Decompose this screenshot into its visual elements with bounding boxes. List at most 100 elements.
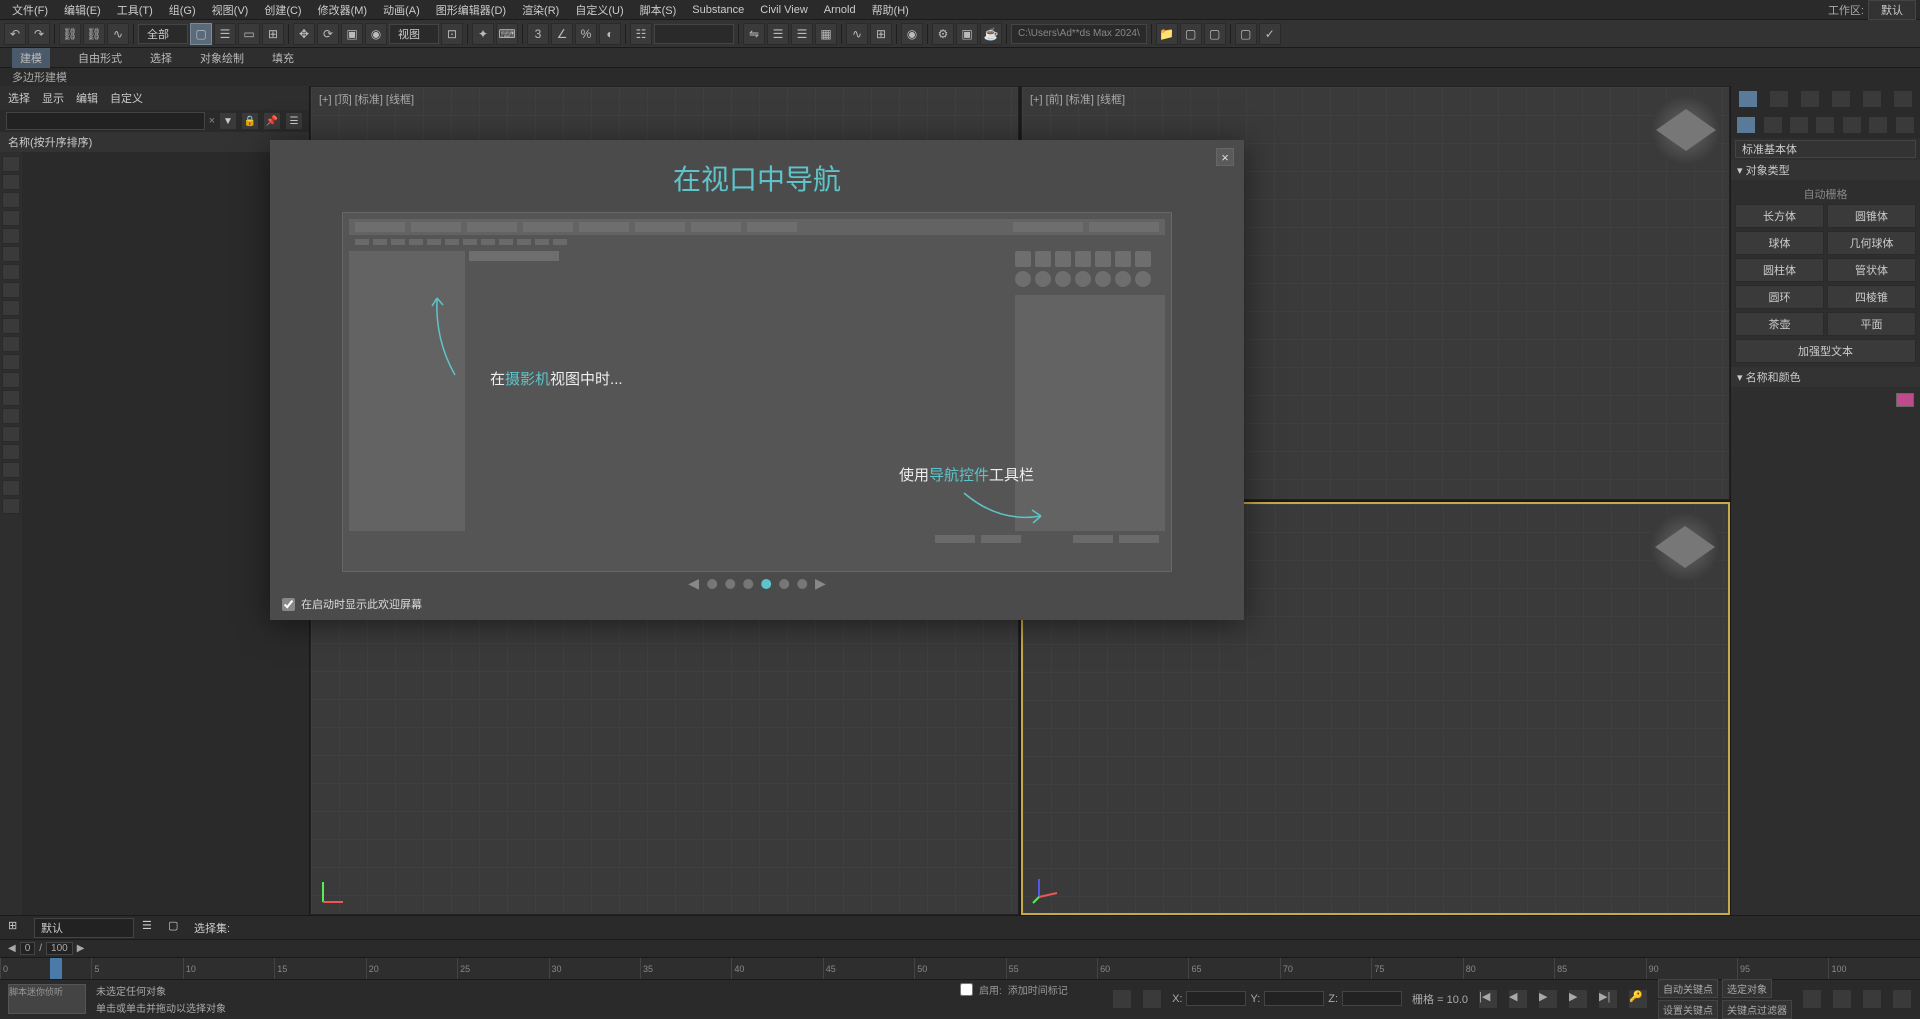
layer-isolate-icon[interactable]: ▢ [168,919,186,937]
filter-extra7-icon[interactable] [2,480,20,496]
addtag-label[interactable]: 添加时间标记 [1008,982,1068,997]
selection-lock-icon[interactable] [1142,989,1162,1009]
show-on-startup-checkbox[interactable]: 在启动时显示此欢迎屏幕 [282,596,422,612]
cameras-icon[interactable] [1815,116,1835,134]
filter-lights-icon[interactable] [2,192,20,208]
menu-group[interactable]: 组(G) [161,0,204,20]
play-icon[interactable]: ▶ [1538,989,1558,1009]
manipulate-button[interactable]: ✦ [472,23,494,45]
filter-cameras-icon[interactable] [2,210,20,226]
filter-extra6-icon[interactable] [2,462,20,478]
filter-button[interactable]: ▼ [219,112,237,130]
left-tab-select[interactable]: 选择 [8,90,30,106]
object-type-rollout[interactable]: ▾ 对象类型 [1731,160,1920,180]
pager-prev-icon[interactable]: ◀ [688,575,699,592]
curve-editor-button[interactable]: ∿ [846,23,868,45]
lock-icon[interactable]: 🔒 [241,112,259,130]
left-tab-display[interactable]: 显示 [42,90,64,106]
filter-frozen-icon[interactable] [2,336,20,352]
menu-views[interactable]: 视图(V) [204,0,257,20]
name-color-rollout[interactable]: ▾ 名称和颜色 [1731,367,1920,387]
motion-tab-icon[interactable] [1831,90,1851,108]
timeline[interactable]: 0 5 10 15 20 25 30 35 40 45 50 55 60 65 … [0,957,1920,979]
viewcube[interactable] [1650,512,1720,582]
key-mode-icon[interactable]: 🔑 [1628,989,1648,1009]
selection-filter-combo[interactable]: 全部 [138,24,188,44]
pivot-button[interactable]: ⊡ [441,23,463,45]
menu-tools[interactable]: 工具(T) [109,0,161,20]
link-button[interactable]: ⛓ [59,23,81,45]
menu-rendering[interactable]: 渲染(R) [514,0,567,20]
pager-next-icon[interactable]: ▶ [815,575,826,592]
pager-dot[interactable] [707,579,717,589]
selobj-combo[interactable]: 选定对象 [1722,979,1772,998]
schematic-view-button[interactable]: ⊞ [870,23,892,45]
clear-search-icon[interactable]: × [209,115,215,127]
primitive-type-combo[interactable]: 标准基本体 [1735,140,1916,158]
nav-maximize-icon[interactable] [1892,989,1912,1009]
filter-helpers-icon[interactable] [2,228,20,244]
tb-extra3-button[interactable]: ▢ [1235,23,1257,45]
filter-extra2-icon[interactable] [2,390,20,406]
filter-groups-icon[interactable] [2,264,20,280]
filter-xrefs-icon[interactable] [2,282,20,298]
menu-modifiers[interactable]: 修改器(M) [310,0,376,20]
menu-customize[interactable]: 自定义(U) [567,0,631,20]
select-region-button[interactable]: ▭ [238,23,260,45]
render-button[interactable]: ☕ [980,23,1002,45]
unlink-button[interactable]: ⛓ [83,23,105,45]
scene-name-header[interactable]: 名称(按升序排序) ▲ [0,132,309,152]
ribbon-tab-freeform[interactable]: 自由形式 [78,50,122,66]
systems-icon[interactable] [1895,116,1915,134]
ribbon-tab-modeling[interactable]: 建模 [12,48,50,68]
set-project-button[interactable]: 📁 [1156,23,1178,45]
menu-help[interactable]: 帮助(H) [864,0,917,20]
viewport-label[interactable]: [+] [顶] [标准] [线框] [319,91,414,107]
geosphere-button[interactable]: 几何球体 [1827,231,1916,255]
menu-file[interactable]: 文件(F) [4,0,56,20]
sphere-button[interactable]: 球体 [1735,231,1824,255]
filter-shapes-icon[interactable] [2,174,20,190]
material-editor-button[interactable]: ◉ [901,23,923,45]
percent-snap-button[interactable]: % [575,23,597,45]
box-button[interactable]: 长方体 [1735,204,1824,228]
lights-icon[interactable] [1789,116,1809,134]
ribbon-tab-selection[interactable]: 选择 [150,50,172,66]
maxscript-listener-thumb[interactable]: 脚本迷你侦听 [8,984,86,1014]
project-path[interactable]: C:\Users\Ad**ds Max 2024\ [1011,24,1147,44]
geometry-icon[interactable] [1736,116,1756,134]
redo-button[interactable]: ↷ [28,23,50,45]
layer-combo[interactable]: 默认 [34,918,134,938]
frame-next-icon[interactable]: ▶ [77,943,85,954]
toggle-ribbon-button[interactable]: ▦ [815,23,837,45]
bind-button[interactable]: ∿ [107,23,129,45]
rotate-button[interactable]: ⟳ [317,23,339,45]
refcoord-combo[interactable]: 视图 [389,24,439,44]
tb-extra4-button[interactable]: ✓ [1259,23,1281,45]
left-tab-edit[interactable]: 编辑 [76,90,98,106]
setkey-button[interactable]: 设置关键点 [1658,1000,1718,1019]
scene-tree[interactable] [22,152,309,915]
menu-substance[interactable]: Substance [684,2,752,18]
filter-extra4-icon[interactable] [2,426,20,442]
frame-prev-icon[interactable]: ◀ [8,943,16,954]
isolate-toggle-icon[interactable] [1112,989,1132,1009]
z-input[interactable] [1342,991,1402,1006]
tb-extra1-button[interactable]: ▢ [1180,23,1202,45]
keyfilter-button[interactable]: 关键点过滤器 [1722,1000,1792,1019]
display-tab-icon[interactable] [1862,90,1882,108]
layer-props-icon[interactable]: ☰ [142,919,160,937]
teapot-button[interactable]: 茶壶 [1735,312,1824,336]
align-button[interactable]: ☰ [767,23,789,45]
filter-extra5-icon[interactable] [2,444,20,460]
helpers-icon[interactable] [1842,116,1862,134]
window-crossing-button[interactable]: ⊞ [262,23,284,45]
create-tab-icon[interactable] [1738,90,1758,108]
torus-button[interactable]: 圆环 [1735,285,1824,309]
hierarchy-tab-icon[interactable] [1800,90,1820,108]
filter-geometry-icon[interactable] [2,156,20,172]
menu-civilview[interactable]: Civil View [752,2,815,18]
cylinder-button[interactable]: 圆柱体 [1735,258,1824,282]
menu-create[interactable]: 创建(C) [256,0,309,20]
layer-explorer-button[interactable]: ☰ [791,23,813,45]
